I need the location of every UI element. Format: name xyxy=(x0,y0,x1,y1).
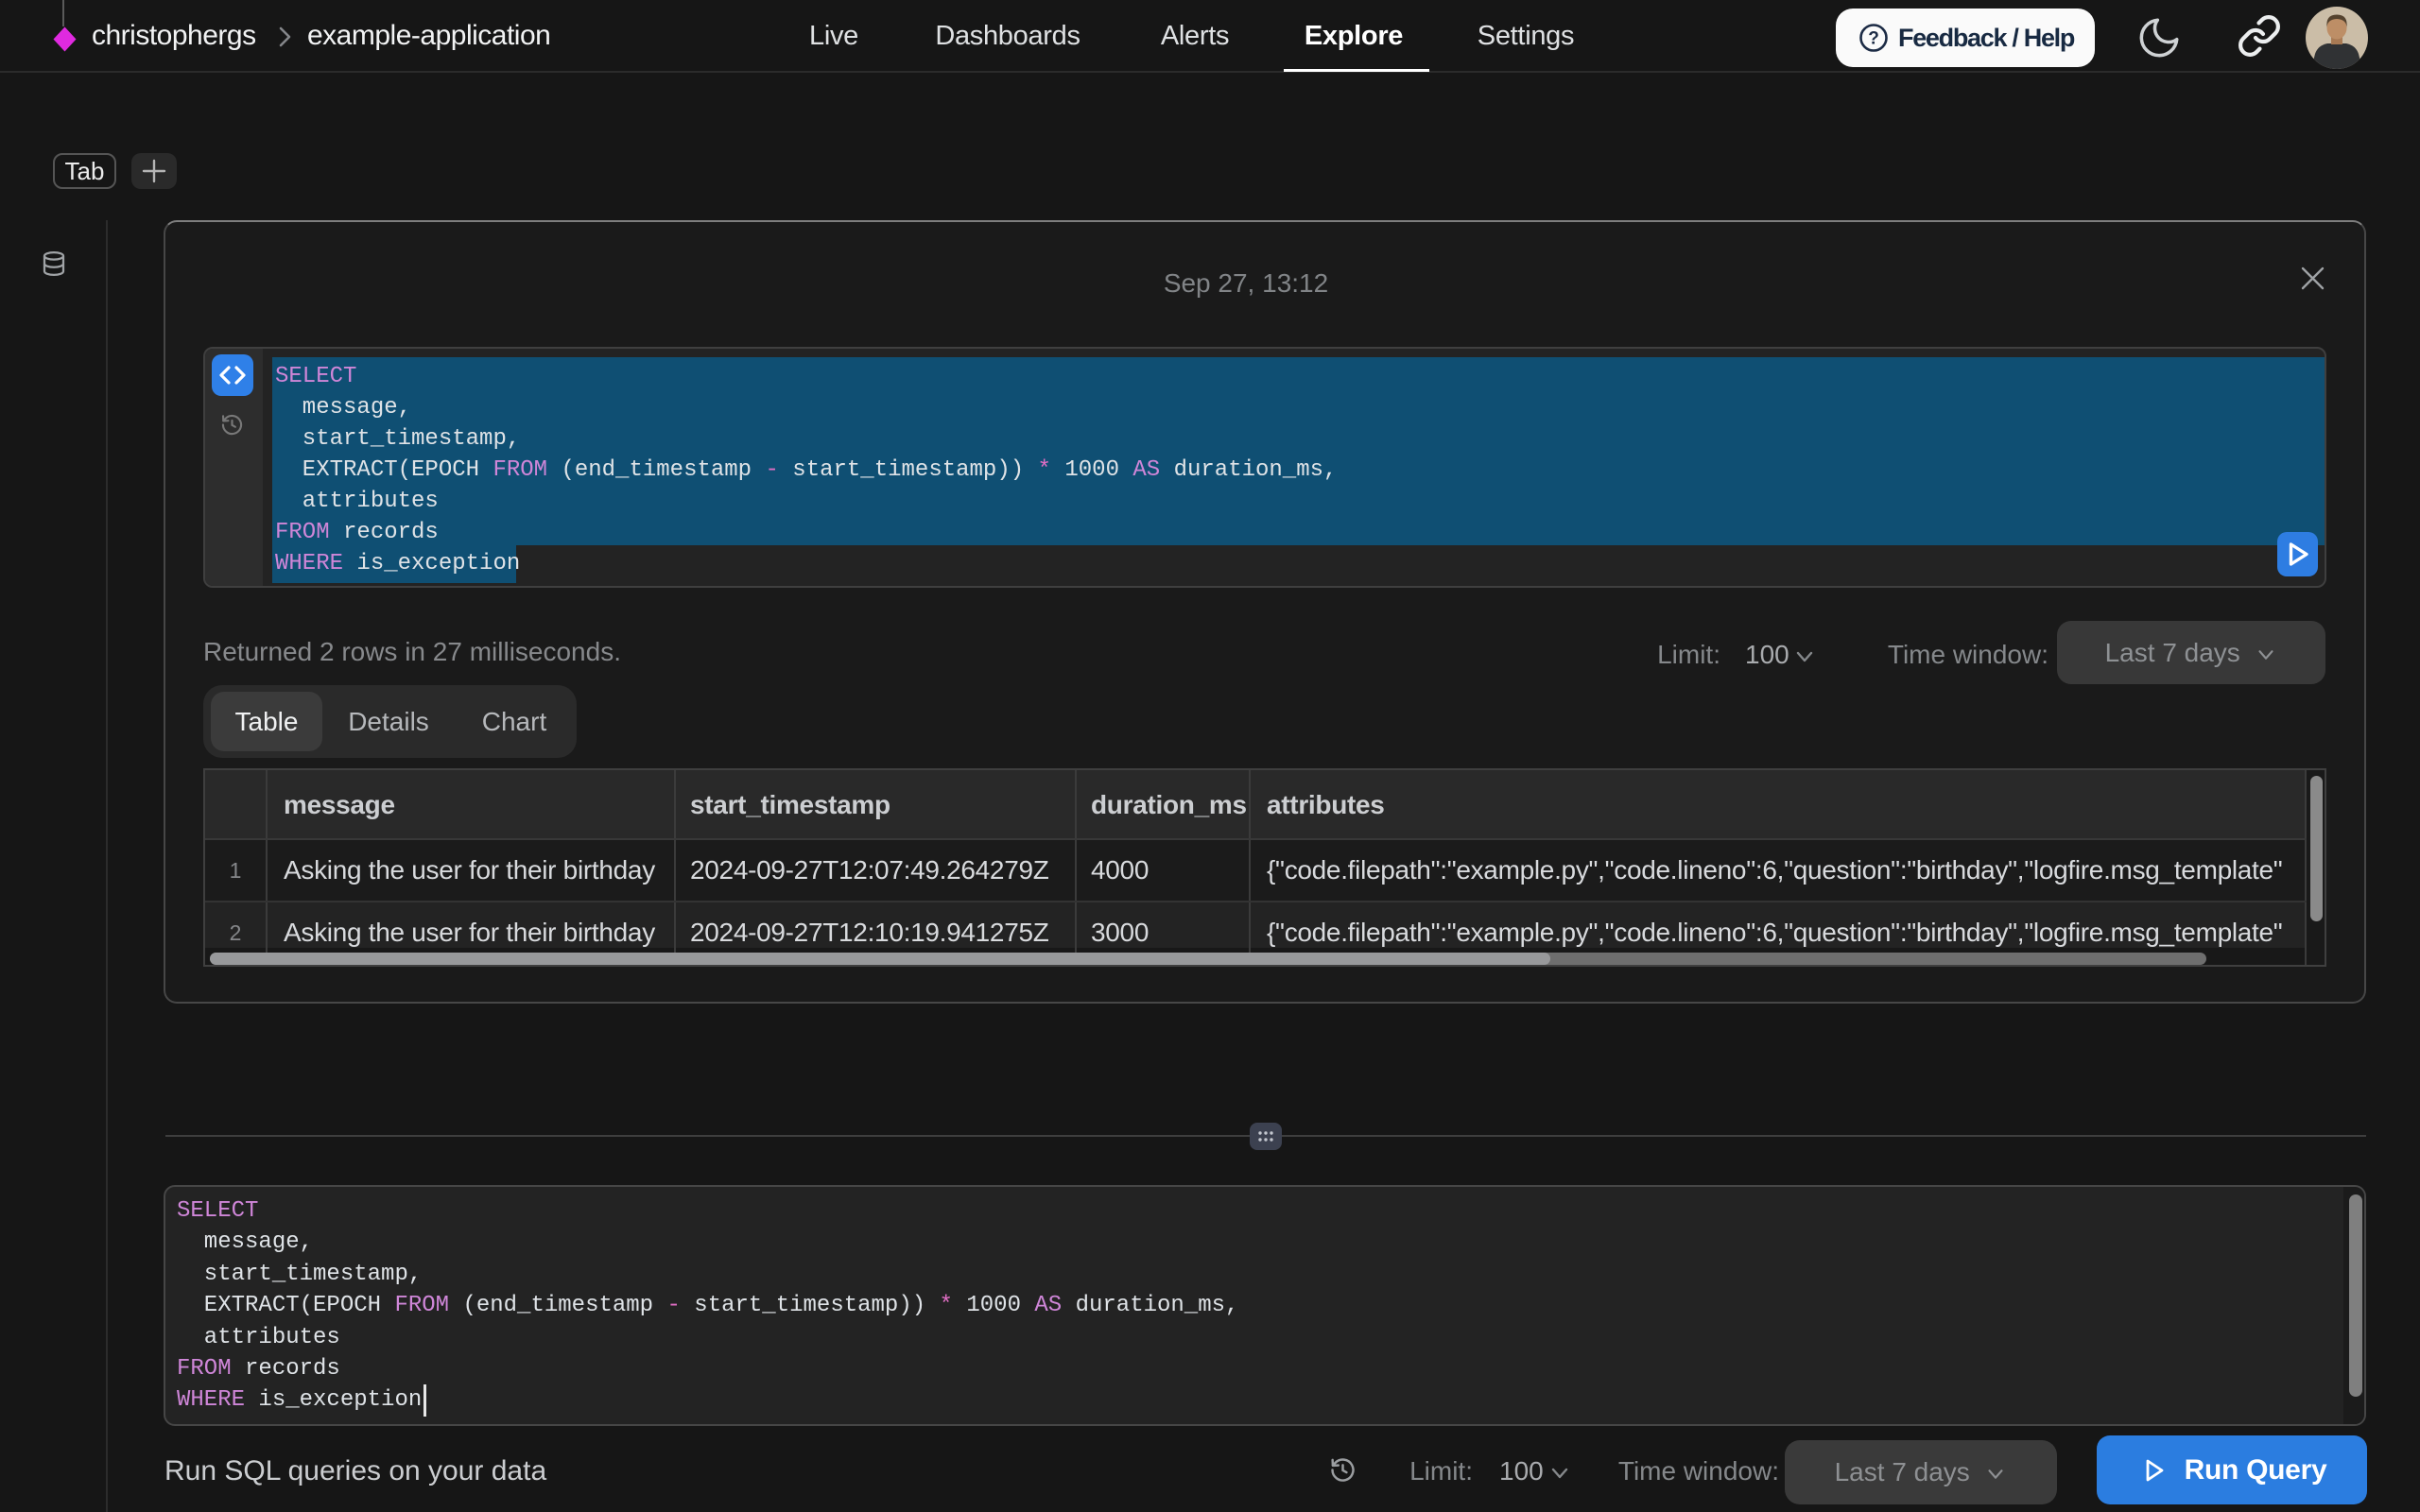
svg-text:?: ? xyxy=(1868,29,1879,49)
